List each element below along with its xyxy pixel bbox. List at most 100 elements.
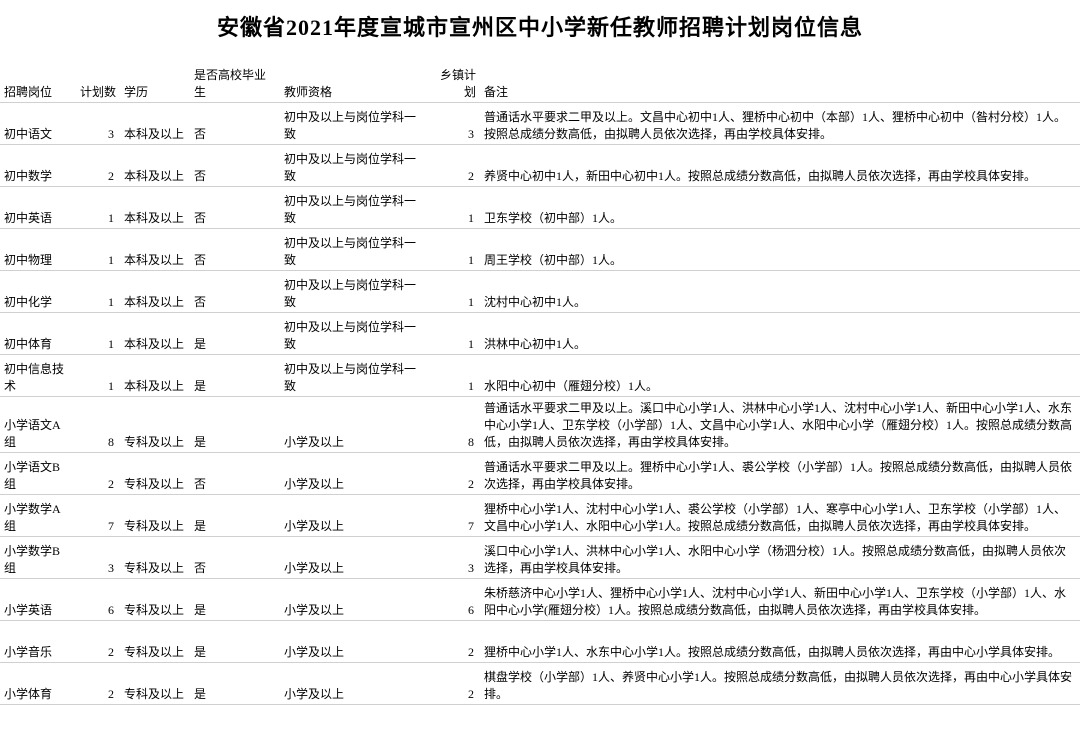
- cell-cert: 初中及以上与岗位学科一致: [280, 102, 430, 144]
- cell-graduate: 否: [190, 102, 280, 144]
- cell-position: 小学语文B组: [0, 452, 70, 494]
- table-row: 小学体育2专科及以上是小学及以上2棋盘学校（小学部）1人、养贤中心小学1人。按照…: [0, 662, 1080, 704]
- cell-notes: 水阳中心初中（雁翅分校）1人。: [480, 354, 1080, 396]
- cell-position: 初中化学: [0, 270, 70, 312]
- table-row: 初中英语1本科及以上否初中及以上与岗位学科一致1卫东学校（初中部）1人。: [0, 186, 1080, 228]
- cell-education: 本科及以上: [120, 270, 190, 312]
- cell-education: 专科及以上: [120, 452, 190, 494]
- cell-education: 专科及以上: [120, 662, 190, 704]
- cell-township: 1: [430, 354, 480, 396]
- cell-township: 2: [430, 620, 480, 662]
- table-row: 初中体育1本科及以上是初中及以上与岗位学科一致1洪林中心初中1人。: [0, 312, 1080, 354]
- cell-education: 专科及以上: [120, 536, 190, 578]
- cell-township: 1: [430, 228, 480, 270]
- cell-graduate: 否: [190, 270, 280, 312]
- cell-township: 1: [430, 270, 480, 312]
- th-cert: 教师资格: [280, 48, 430, 102]
- cell-township: 7: [430, 494, 480, 536]
- cell-cert: 小学及以上: [280, 578, 430, 620]
- cell-notes: 卫东学校（初中部）1人。: [480, 186, 1080, 228]
- cell-plan: 7: [70, 494, 120, 536]
- cell-plan: 8: [70, 396, 120, 452]
- cell-township: 8: [430, 396, 480, 452]
- cell-notes: 沈村中心初中1人。: [480, 270, 1080, 312]
- cell-cert: 初中及以上与岗位学科一致: [280, 270, 430, 312]
- cell-cert: 小学及以上: [280, 662, 430, 704]
- cell-position: 小学英语: [0, 578, 70, 620]
- table-row: 初中化学1本科及以上否初中及以上与岗位学科一致1沈村中心初中1人。: [0, 270, 1080, 312]
- cell-position: 小学体育: [0, 662, 70, 704]
- cell-plan: 2: [70, 452, 120, 494]
- cell-township: 1: [430, 312, 480, 354]
- table-row: 初中信息技术1本科及以上是初中及以上与岗位学科一致1水阳中心初中（雁翅分校）1人…: [0, 354, 1080, 396]
- th-education: 学历: [120, 48, 190, 102]
- cell-graduate: 否: [190, 144, 280, 186]
- table-row: 小学数学B组3专科及以上否小学及以上3溪口中心小学1人、洪林中心小学1人、水阳中…: [0, 536, 1080, 578]
- cell-position: 初中语文: [0, 102, 70, 144]
- cell-notes: 普通话水平要求二甲及以上。溪口中心小学1人、洪林中心小学1人、沈村中心小学1人、…: [480, 396, 1080, 452]
- cell-education: 专科及以上: [120, 578, 190, 620]
- cell-cert: 小学及以上: [280, 620, 430, 662]
- cell-notes: 朱桥慈济中心小学1人、狸桥中心小学1人、沈村中心小学1人、新田中心小学1人、卫东…: [480, 578, 1080, 620]
- cell-notes: 周王学校（初中部）1人。: [480, 228, 1080, 270]
- cell-plan: 6: [70, 578, 120, 620]
- table-row: 小学英语6专科及以上是小学及以上6朱桥慈济中心小学1人、狸桥中心小学1人、沈村中…: [0, 578, 1080, 620]
- cell-cert: 初中及以上与岗位学科一致: [280, 228, 430, 270]
- table-row: 初中物理1本科及以上否初中及以上与岗位学科一致1周王学校（初中部）1人。: [0, 228, 1080, 270]
- cell-plan: 3: [70, 102, 120, 144]
- cell-position: 小学数学B组: [0, 536, 70, 578]
- table-row: 初中语文3本科及以上否初中及以上与岗位学科一致3普通话水平要求二甲及以上。文昌中…: [0, 102, 1080, 144]
- cell-notes: 溪口中心小学1人、洪林中心小学1人、水阳中心小学（杨泗分校）1人。按照总成绩分数…: [480, 536, 1080, 578]
- cell-notes: 狸桥中心小学1人、沈村中心小学1人、裘公学校（小学部）1人、寒亭中心小学1人、卫…: [480, 494, 1080, 536]
- cell-notes: 狸桥中心小学1人、水东中心小学1人。按照总成绩分数高低，由拟聘人员依次选择，再由…: [480, 620, 1080, 662]
- table-row: 小学数学A组7专科及以上是小学及以上7狸桥中心小学1人、沈村中心小学1人、裘公学…: [0, 494, 1080, 536]
- cell-township: 1: [430, 186, 480, 228]
- table-row: 初中数学2本科及以上否初中及以上与岗位学科一致2养贤中心初中1人，新田中心初中1…: [0, 144, 1080, 186]
- cell-plan: 1: [70, 312, 120, 354]
- cell-graduate: 否: [190, 536, 280, 578]
- table-row: 小学音乐2专科及以上是小学及以上2狸桥中心小学1人、水东中心小学1人。按照总成绩…: [0, 620, 1080, 662]
- cell-cert: 小学及以上: [280, 396, 430, 452]
- cell-education: 本科及以上: [120, 102, 190, 144]
- cell-position: 初中英语: [0, 186, 70, 228]
- cell-graduate: 是: [190, 620, 280, 662]
- cell-notes: 普通话水平要求二甲及以上。文昌中心初中1人、狸桥中心初中（本部）1人、狸桥中心初…: [480, 102, 1080, 144]
- cell-education: 专科及以上: [120, 620, 190, 662]
- cell-cert: 小学及以上: [280, 452, 430, 494]
- cell-cert: 初中及以上与岗位学科一致: [280, 186, 430, 228]
- th-plan: 计划数: [70, 48, 120, 102]
- table-row: 小学语文A组8专科及以上是小学及以上8普通话水平要求二甲及以上。溪口中心小学1人…: [0, 396, 1080, 452]
- cell-education: 本科及以上: [120, 354, 190, 396]
- cell-plan: 1: [70, 186, 120, 228]
- cell-graduate: 是: [190, 662, 280, 704]
- cell-graduate: 是: [190, 494, 280, 536]
- cell-graduate: 否: [190, 186, 280, 228]
- cell-township: 2: [430, 452, 480, 494]
- cell-position: 小学语文A组: [0, 396, 70, 452]
- cell-township: 3: [430, 102, 480, 144]
- cell-cert: 小学及以上: [280, 536, 430, 578]
- cell-position: 初中体育: [0, 312, 70, 354]
- cell-notes: 普通话水平要求二甲及以上。狸桥中心小学1人、裘公学校（小学部）1人。按照总成绩分…: [480, 452, 1080, 494]
- table-header-row: 招聘岗位 计划数 学历 是否高校毕业生 教师资格 乡镇计划 备注: [0, 48, 1080, 102]
- cell-cert: 初中及以上与岗位学科一致: [280, 354, 430, 396]
- cell-township: 2: [430, 662, 480, 704]
- cell-cert: 初中及以上与岗位学科一致: [280, 312, 430, 354]
- cell-position: 初中物理: [0, 228, 70, 270]
- cell-graduate: 是: [190, 354, 280, 396]
- th-position: 招聘岗位: [0, 48, 70, 102]
- page-title: 安徽省2021年度宣城市宣州区中小学新任教师招聘计划岗位信息: [0, 0, 1080, 48]
- cell-cert: 小学及以上: [280, 494, 430, 536]
- cell-plan: 3: [70, 536, 120, 578]
- cell-plan: 1: [70, 228, 120, 270]
- cell-graduate: 是: [190, 578, 280, 620]
- cell-education: 本科及以上: [120, 312, 190, 354]
- th-notes: 备注: [480, 48, 1080, 102]
- cell-township: 6: [430, 578, 480, 620]
- cell-plan: 2: [70, 144, 120, 186]
- cell-plan: 2: [70, 662, 120, 704]
- cell-plan: 1: [70, 270, 120, 312]
- cell-notes: 棋盘学校（小学部）1人、养贤中心小学1人。按照总成绩分数高低，由拟聘人员依次选择…: [480, 662, 1080, 704]
- cell-cert: 初中及以上与岗位学科一致: [280, 144, 430, 186]
- cell-graduate: 否: [190, 228, 280, 270]
